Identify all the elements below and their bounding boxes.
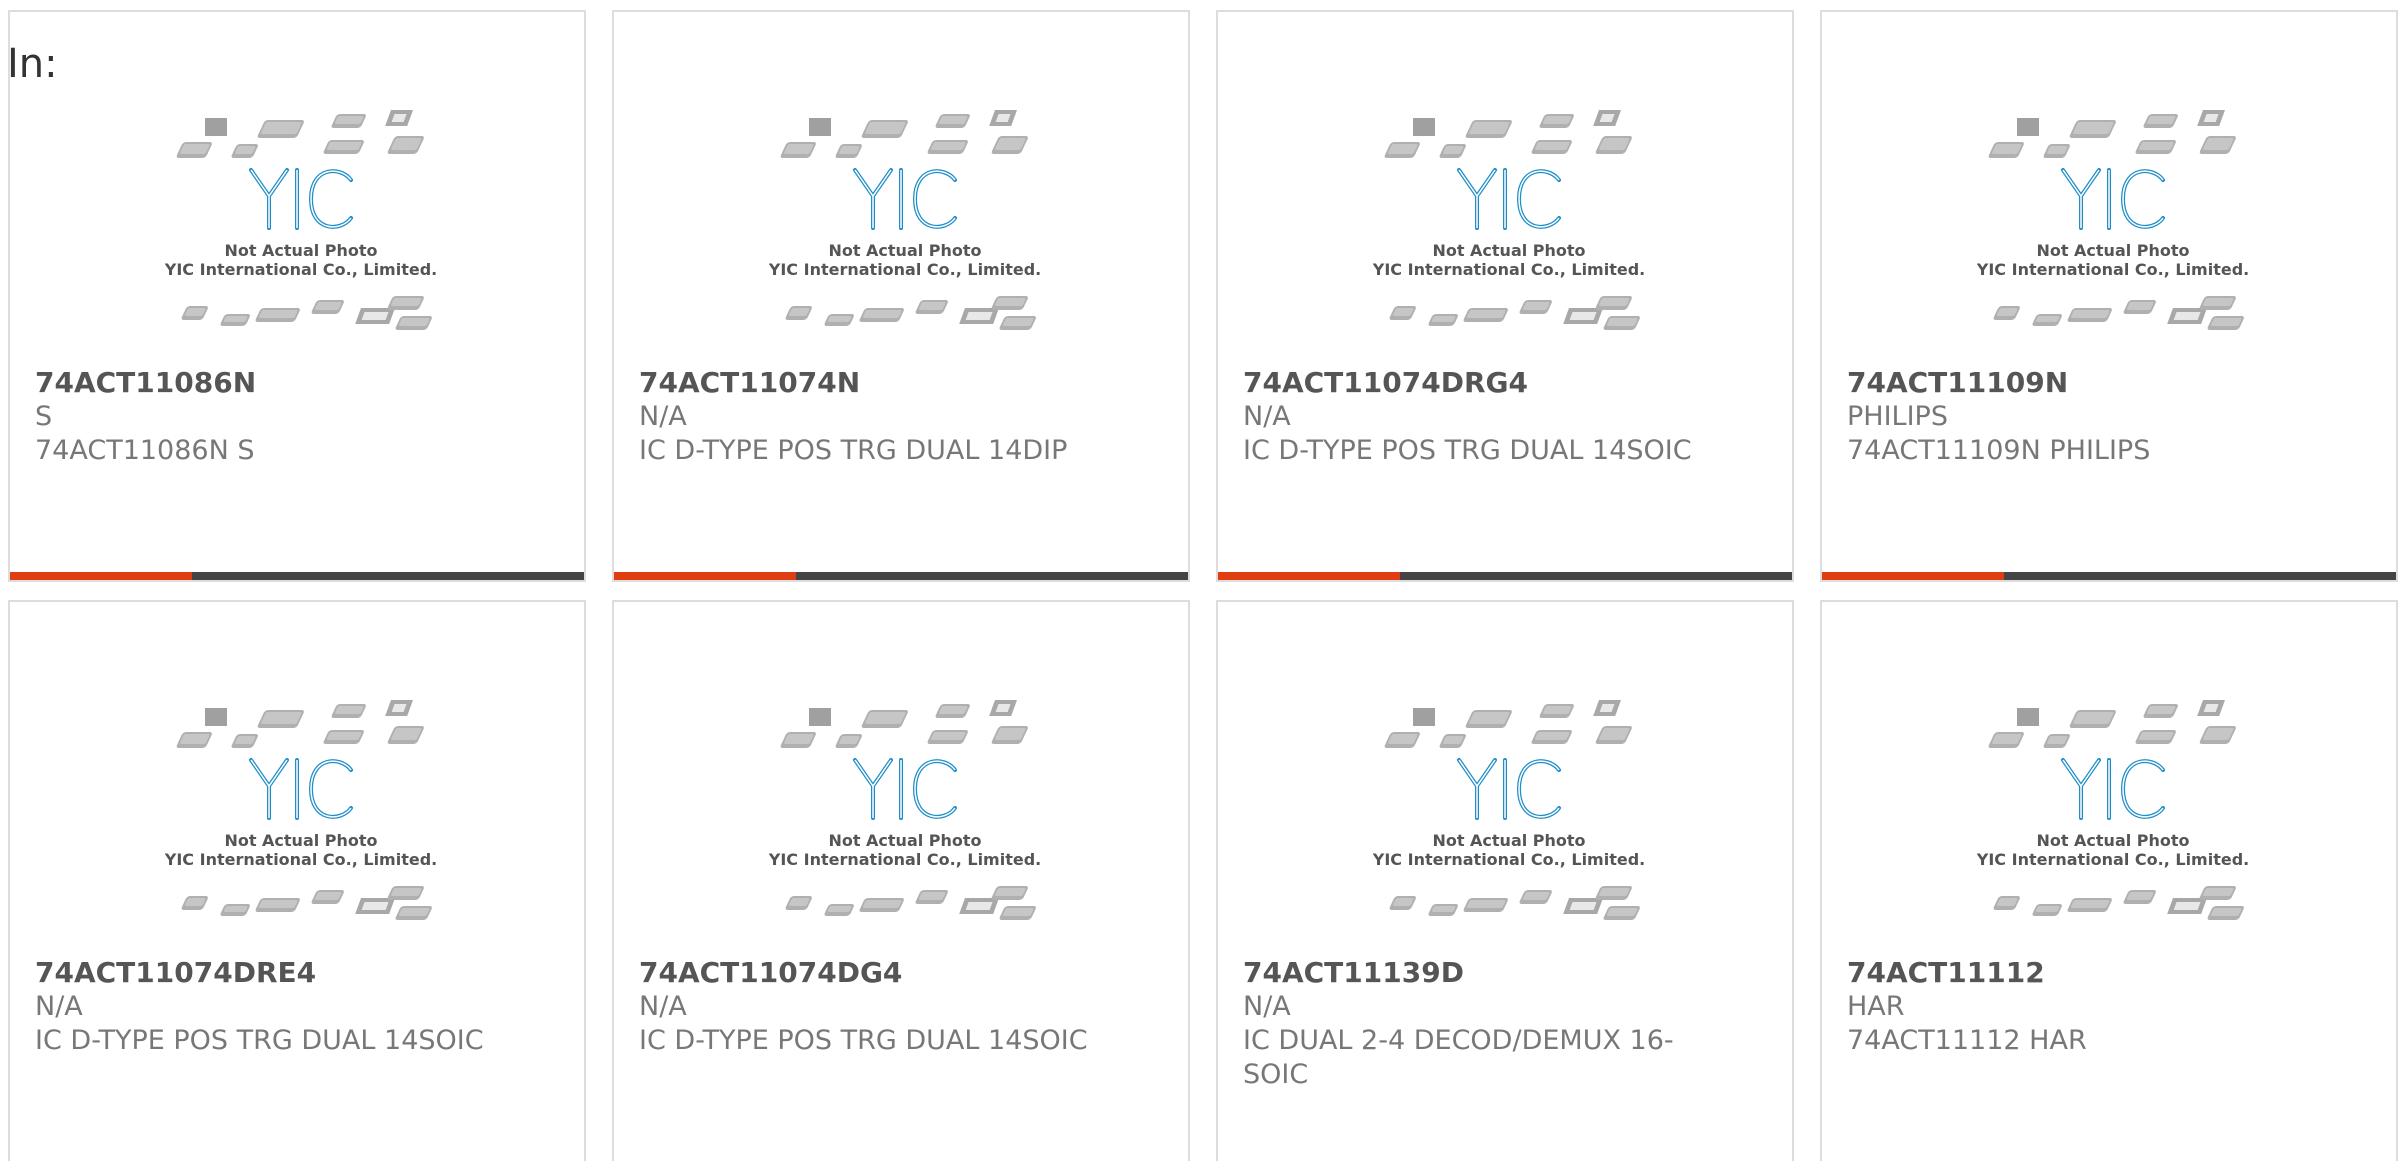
card-bottom-bar [1218,572,1792,580]
product-card[interactable]: Not Actual Photo YIC International Co., … [8,600,586,1161]
product-part-number[interactable]: 74ACT11074DG4 [639,956,902,990]
product-listing-page: In: Not Actual Photo YIC International C… [0,0,2400,1161]
card-bottom-bar [614,572,1188,580]
card-accent-bar [10,572,192,580]
svg-text:Not Actual Photo: Not Actual Photo [1432,831,1585,850]
product-part-number[interactable]: 74ACT11086N [35,366,256,400]
card-accent-bar [1218,572,1400,580]
product-image-placeholder[interactable]: Not Actual Photo YIC International Co., … [1372,100,1645,356]
svg-text:YIC International Co., Limited: YIC International Co., Limited. [1373,850,1645,869]
product-card[interactable]: Not Actual Photo YIC International Co., … [8,10,586,582]
product-image-placeholder[interactable]: Not Actual Photo YIC International Co., … [768,690,1041,946]
product-manufacturer: N/A [639,401,687,432]
product-image-placeholder[interactable]: Not Actual Photo YIC International Co., … [164,690,437,946]
product-description: 74ACT11109N PHILIPS [1847,435,2151,466]
card-accent-bar [1822,572,2004,580]
product-part-number[interactable]: 74ACT11074DRE4 [35,956,316,990]
card-bottom-bar [10,572,584,580]
product-card[interactable]: Not Actual Photo YIC International Co., … [1216,10,1794,582]
product-manufacturer: S [35,401,53,432]
product-description: 74ACT11086N S [35,435,255,466]
product-image-placeholder[interactable]: Not Actual Photo YIC International Co., … [1976,690,2249,946]
product-image-placeholder[interactable]: Not Actual Photo YIC International Co., … [768,100,1041,356]
svg-text:YIC International Co., Limited: YIC International Co., Limited. [769,850,1041,869]
svg-text:Not Actual Photo: Not Actual Photo [828,831,981,850]
product-part-number[interactable]: 74ACT11112 [1847,956,2045,990]
product-image-placeholder[interactable]: Not Actual Photo YIC International Co., … [1372,690,1645,946]
svg-text:YIC International Co., Limited: YIC International Co., Limited. [769,260,1041,279]
product-part-number[interactable]: 74ACT11139D [1243,956,1464,990]
product-image-placeholder[interactable]: Not Actual Photo YIC International Co., … [1976,100,2249,356]
svg-text:YIC International Co., Limited: YIC International Co., Limited. [1373,260,1645,279]
product-manufacturer: PHILIPS [1847,401,1948,432]
product-card[interactable]: Not Actual Photo YIC International Co., … [1820,600,2398,1161]
product-description: IC D-TYPE POS TRG DUAL 14SOIC [1243,435,1692,466]
product-card[interactable]: Not Actual Photo YIC International Co., … [1216,600,1794,1161]
svg-text:Not Actual Photo: Not Actual Photo [2036,241,2189,260]
svg-text:Not Actual Photo: Not Actual Photo [224,241,377,260]
svg-text:Not Actual Photo: Not Actual Photo [224,831,377,850]
product-part-number[interactable]: 74ACT11074N [639,366,860,400]
product-part-number[interactable]: 74ACT11074DRG4 [1243,366,1528,400]
svg-text:YIC International Co., Limited: YIC International Co., Limited. [1977,260,2249,279]
product-description: IC D-TYPE POS TRG DUAL 14DIP [639,435,1068,466]
product-description: IC D-TYPE POS TRG DUAL 14SOIC [639,1025,1088,1056]
product-manufacturer: HAR [1847,991,1905,1022]
svg-text:YIC International Co., Limited: YIC International Co., Limited. [165,850,437,869]
product-manufacturer: N/A [639,991,687,1022]
product-manufacturer: N/A [1243,991,1291,1022]
product-description: IC DUAL 2-4 DECOD/DEMUX 16-SOIC [1243,1025,1674,1090]
product-description: IC D-TYPE POS TRG DUAL 14SOIC [35,1025,484,1056]
in-label: In: [7,41,58,87]
svg-text:Not Actual Photo: Not Actual Photo [2036,831,2189,850]
card-bottom-bar [1822,572,2396,580]
svg-text:YIC International Co., Limited: YIC International Co., Limited. [1977,850,2249,869]
svg-text:YIC International Co., Limited: YIC International Co., Limited. [165,260,437,279]
product-manufacturer: N/A [1243,401,1291,432]
product-description: 74ACT11112 HAR [1847,1025,2087,1056]
product-card[interactable]: Not Actual Photo YIC International Co., … [612,600,1190,1161]
product-card[interactable]: Not Actual Photo YIC International Co., … [612,10,1190,582]
svg-text:Not Actual Photo: Not Actual Photo [1432,241,1585,260]
product-card[interactable]: Not Actual Photo YIC International Co., … [1820,10,2398,582]
card-accent-bar [614,572,796,580]
product-manufacturer: N/A [35,991,83,1022]
product-image-placeholder[interactable]: Not Actual Photo YIC International Co., … [164,100,437,356]
svg-text:Not Actual Photo: Not Actual Photo [828,241,981,260]
product-part-number[interactable]: 74ACT11109N [1847,366,2068,400]
